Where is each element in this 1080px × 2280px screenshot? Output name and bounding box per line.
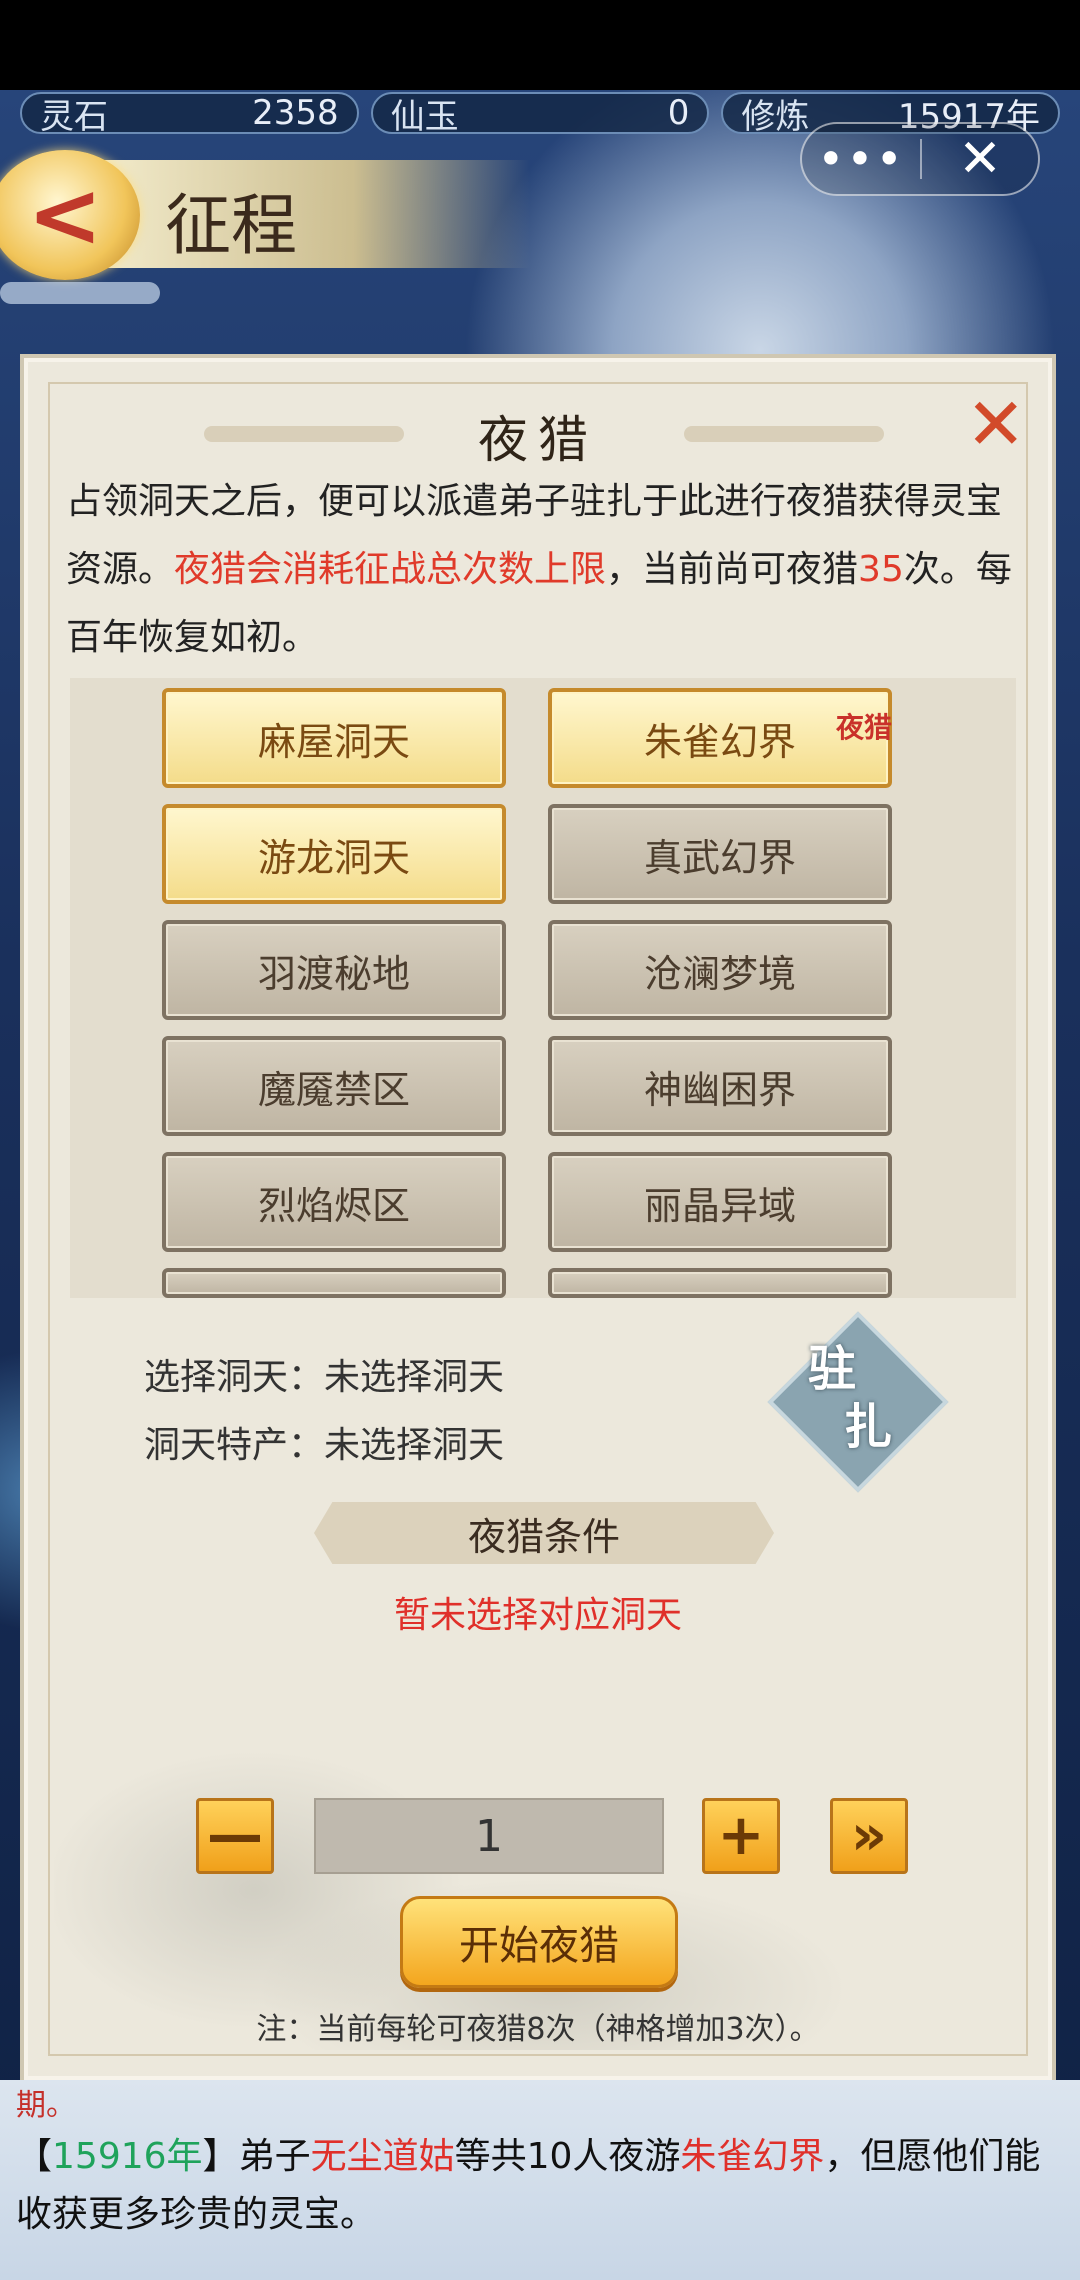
night-hunt-badge: 夜猎 — [835, 711, 892, 744]
log-bracket: 【 — [16, 2136, 53, 2177]
dialog-close-button[interactable]: ✕ — [966, 388, 1026, 460]
station-char: 扎 — [844, 1399, 893, 1455]
log-text: 弟子 — [238, 2136, 311, 2177]
resource-jade: 仙玉 0 — [370, 92, 710, 137]
decrease-button[interactable]: — — [196, 1798, 274, 1874]
conditions-header: 夜猎条件 — [314, 1502, 774, 1564]
close-icon[interactable]: ✕ — [922, 133, 1038, 185]
destination-button[interactable]: 麻屋洞天 — [162, 688, 506, 788]
destination-label: 丽晶异域 — [643, 1183, 796, 1228]
resource-label: 仙玉 — [390, 96, 459, 137]
start-button-label: 开始夜猎 — [459, 1923, 619, 1969]
log-person: 无尘道姑 — [310, 2136, 455, 2177]
destination-button[interactable]: 丽晶异域 — [548, 1152, 892, 1252]
desc-text: ，当前尚可夜猎 — [606, 549, 859, 590]
conditions-message: 暂未选择对应洞天 — [393, 1595, 682, 1636]
log-year: 15916年 — [52, 2136, 203, 2177]
quantity-input[interactable]: 1 — [314, 1798, 664, 1874]
miniprogram-capsule: ••• ✕ — [800, 122, 1040, 196]
resource-value: 2358 — [252, 93, 339, 133]
remaining-count: 35 — [858, 549, 904, 590]
header-decoration — [0, 282, 160, 304]
dialog-description: 占领洞天之后，便可以派遣弟子驻扎于此进行夜猎获得灵宝资源。夜猎会消耗征战总次数上… — [66, 468, 1026, 672]
destination-label: 朱雀幻界 — [643, 719, 796, 764]
destination-label: 游龙洞天 — [257, 835, 410, 880]
station-char: 驻 — [808, 1341, 857, 1397]
destination-grid: 麻屋洞天 朱雀幻界 夜猎 游龙洞天 真武幻界 羽渡秘地 沧澜梦境 魔魇禁区 神幽困… — [162, 688, 902, 1298]
destination-button[interactable]: 烈焰烬区 — [162, 1152, 506, 1252]
destination-button[interactable]: 朱雀幻界 夜猎 — [548, 688, 892, 788]
resource-value: 0 — [667, 93, 690, 133]
night-hunt-dialog: 夜猎 ✕ 占领洞天之后，便可以派遣弟子驻扎于此进行夜猎获得灵宝资源。夜猎会消耗征… — [20, 354, 1056, 2084]
log-partial-line: 期。 — [16, 2088, 76, 2123]
log-place: 朱雀幻界 — [680, 2136, 825, 2177]
more-icon[interactable]: ••• — [802, 136, 920, 182]
back-arrow-icon: < — [27, 162, 103, 268]
destination-list[interactable]: 麻屋洞天 朱雀幻界 夜猎 游龙洞天 真武幻界 羽渡秘地 沧澜梦境 魔魇禁区 神幽困… — [70, 678, 1016, 1298]
conditions-title: 夜猎条件 — [467, 1514, 620, 1559]
destination-button[interactable]: 神幽困界 — [548, 1036, 892, 1136]
destination-label: 烈焰烬区 — [257, 1183, 410, 1228]
event-log: 【15916年】弟子无尘道姑等共10人夜游朱雀幻界，但愿他们能收获更多珍贵的灵宝… — [16, 2128, 1056, 2244]
minus-icon: — — [207, 1803, 263, 1868]
double-chevron-right-icon: » — [850, 1803, 888, 1868]
increase-button[interactable]: + — [702, 1798, 780, 1874]
destination-label: 麻屋洞天 — [257, 719, 410, 764]
page-title: 征程 — [165, 187, 297, 264]
resource-label: 修炼 — [741, 96, 810, 137]
destination-label: 真武幻界 — [643, 835, 796, 880]
selected-destination: 选择洞天：未选择洞天 — [144, 1357, 505, 1398]
destination-product: 洞天特产：未选择洞天 — [144, 1425, 505, 1466]
destination-button[interactable]: 羽渡秘地 — [162, 920, 506, 1020]
destination-button[interactable]: 沧澜梦境 — [548, 920, 892, 1020]
max-button[interactable]: » — [830, 1798, 908, 1874]
start-night-hunt-button[interactable]: 开始夜猎 — [400, 1896, 678, 1988]
destination-button[interactable]: 真武幻界 — [548, 804, 892, 904]
destination-label: 羽渡秘地 — [257, 951, 410, 996]
dialog-title: 夜猎 — [478, 411, 598, 469]
destination-label: 沧澜梦境 — [643, 951, 796, 996]
destination-button[interactable]: 游龙洞天 — [162, 804, 506, 904]
log-bracket: 】 — [202, 2136, 239, 2177]
note-text: 注：当前每轮可夜猎8次（神格增加3次）。 — [256, 2012, 820, 2047]
destination-button[interactable]: 魔魇禁区 — [162, 1036, 506, 1136]
log-text: 等共10人夜游 — [454, 2136, 681, 2177]
resource-spirit-stone: 灵石 2358 — [20, 92, 359, 137]
status-bar — [0, 0, 1080, 90]
quantity-value: 1 — [475, 1810, 503, 1862]
desc-warning: 夜猎会消耗征战总次数上限 — [174, 549, 607, 590]
destination-button-partial[interactable] — [162, 1268, 506, 1298]
destination-label: 魔魇禁区 — [257, 1067, 410, 1112]
station-label: 驻 扎 — [808, 1340, 918, 1456]
resource-label: 灵石 — [40, 96, 108, 137]
destination-label: 神幽困界 — [643, 1067, 796, 1112]
header-band — [90, 160, 530, 268]
plus-icon: + — [717, 1803, 765, 1868]
destination-button-partial[interactable] — [548, 1268, 892, 1298]
